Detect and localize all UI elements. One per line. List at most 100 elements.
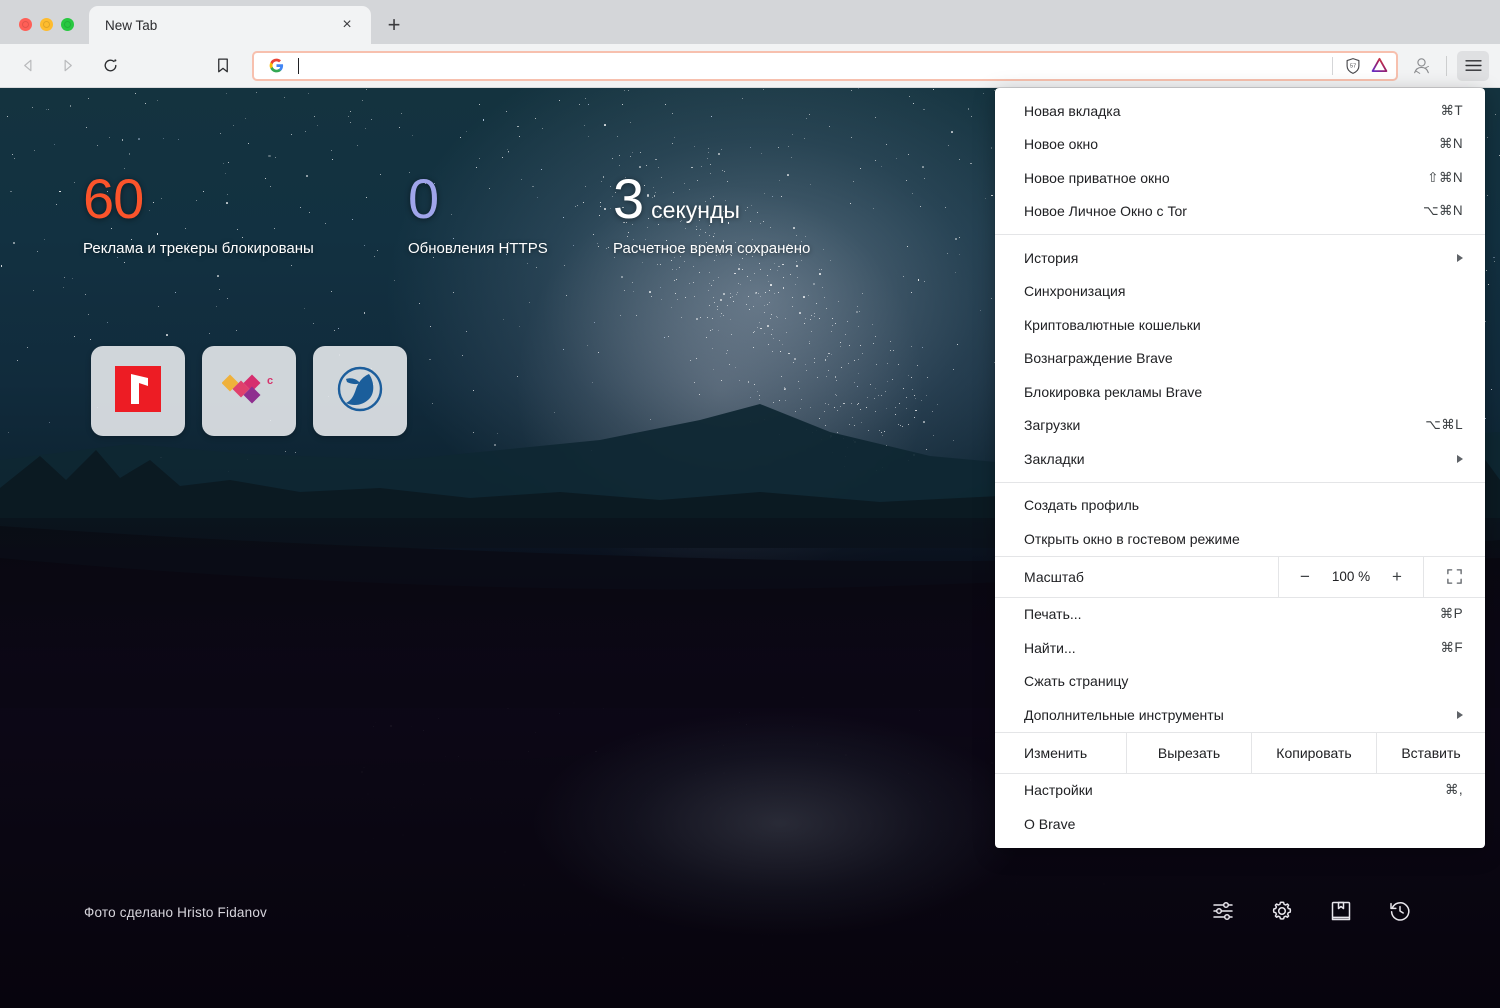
menu-edit-row: Изменить Вырезать Копировать Вставить xyxy=(995,732,1485,774)
chevron-right-icon xyxy=(1457,254,1463,262)
stat-ads-label: Реклама и трекеры блокированы xyxy=(83,240,408,257)
menu-item-brave-rewards[interactable]: Вознаграждение Brave xyxy=(995,342,1485,376)
menu-item-label: Криптовалютные кошельки xyxy=(1024,317,1463,333)
menu-item-accelerator: ⌘T xyxy=(1440,103,1463,119)
stat-ads-blocked: 60 Реклама и трекеры блокированы xyxy=(83,171,408,257)
maximize-window-button[interactable] xyxy=(61,18,74,31)
red-square-logo-icon xyxy=(115,366,161,417)
menu-item-label: О Brave xyxy=(1024,816,1463,832)
menu-item-label: Закладки xyxy=(1024,451,1457,467)
stat-https-upgrades: 0 Обновления HTTPS xyxy=(408,171,613,257)
menu-item-settings[interactable]: Настройки ⌘, xyxy=(995,774,1485,808)
brave-rewards-icon[interactable] xyxy=(1366,53,1392,79)
menu-item-print[interactable]: Печать... ⌘P xyxy=(995,598,1485,632)
shortcut-tile-1[interactable] xyxy=(91,346,185,436)
toolbar-right-group xyxy=(1406,51,1489,81)
menu-item-find[interactable]: Найти... ⌘F xyxy=(995,631,1485,665)
menu-item-label: Новое приватное окно xyxy=(1024,170,1427,186)
stat-https-label: Обновления HTTPS xyxy=(408,240,613,257)
menu-item-speedreader[interactable]: Сжать страницу xyxy=(995,665,1485,699)
browser-tab[interactable]: New Tab × xyxy=(89,6,371,44)
toolbar-divider xyxy=(1446,56,1447,76)
brave-shields-icon[interactable]: 57 xyxy=(1340,53,1366,79)
zoom-in-button[interactable]: + xyxy=(1388,568,1406,585)
menu-separator xyxy=(995,482,1485,483)
shortcut-tile-3[interactable] xyxy=(313,346,407,436)
address-bar[interactable]: 57 xyxy=(252,51,1398,81)
bookmark-icon[interactable] xyxy=(208,51,238,81)
svg-text:57: 57 xyxy=(1350,63,1356,69)
menu-item-label: Печать... xyxy=(1024,606,1440,622)
stat-https-number: 0 xyxy=(408,171,438,227)
close-window-button[interactable] xyxy=(19,18,32,31)
ntp-settings-sliders-icon[interactable] xyxy=(1210,898,1236,924)
copy-button[interactable]: Копировать xyxy=(1251,733,1376,773)
history-clock-icon[interactable] xyxy=(1387,898,1413,924)
menu-item-new-window[interactable]: Новое окно ⌘N xyxy=(995,128,1485,162)
menu-item-new-tab[interactable]: Новая вкладка ⌘T xyxy=(995,94,1485,128)
gear-icon[interactable] xyxy=(1269,898,1295,924)
menu-item-history[interactable]: История xyxy=(995,241,1485,275)
shortcut-tile-2[interactable]: c xyxy=(202,346,296,436)
menu-item-open-guest-window[interactable]: Открыть окно в гостевом режиме xyxy=(995,522,1485,556)
stat-time-label: Расчетное время сохранено xyxy=(613,240,873,257)
new-tab-tools xyxy=(1210,898,1413,924)
menu-item-label: Новая вкладка xyxy=(1024,103,1440,119)
fullscreen-button[interactable] xyxy=(1423,557,1485,597)
top-sites-tiles: c xyxy=(91,346,407,436)
menu-item-accelerator: ⌥⌘N xyxy=(1423,203,1463,219)
menu-item-accelerator: ⌘P xyxy=(1440,606,1463,622)
chevron-right-icon xyxy=(1457,711,1463,719)
menu-item-bookmarks[interactable]: Закладки xyxy=(995,442,1485,476)
bookmarks-book-icon[interactable] xyxy=(1328,898,1354,924)
browser-window: New Tab × + xyxy=(0,0,1500,1008)
menu-item-label: Вознаграждение Brave xyxy=(1024,350,1463,366)
chevron-right-icon xyxy=(1457,455,1463,463)
menu-item-accelerator: ⌘F xyxy=(1440,640,1463,656)
svg-text:c: c xyxy=(267,375,273,387)
stat-ads-number: 60 xyxy=(83,171,143,227)
menu-zoom-row: Масштаб − 100 % + xyxy=(995,556,1485,598)
menu-item-label: Блокировка рекламы Brave xyxy=(1024,384,1463,400)
menu-item-label: Новое Личное Окно с Tor xyxy=(1024,203,1423,219)
menu-item-accelerator: ⌥⌘L xyxy=(1425,417,1463,433)
menu-item-label: Загрузки xyxy=(1024,417,1425,433)
blue-circle-logo-icon xyxy=(336,365,384,418)
omnibox-divider xyxy=(1332,57,1333,75)
zoom-label: Масштаб xyxy=(995,557,1278,597)
menu-item-label: Открыть окно в гостевом режиме xyxy=(1024,531,1463,547)
minimize-window-button[interactable] xyxy=(40,18,53,31)
tab-strip: New Tab × + xyxy=(0,0,1500,44)
menu-item-more-tools[interactable]: Дополнительные инструменты xyxy=(995,698,1485,732)
hamburger-menu-icon[interactable] xyxy=(1457,51,1489,81)
paste-button[interactable]: Вставить xyxy=(1376,733,1485,773)
cut-button[interactable]: Вырезать xyxy=(1126,733,1251,773)
menu-item-about-brave[interactable]: О Brave xyxy=(995,807,1485,841)
stat-time-number: 3 xyxy=(613,171,643,227)
forward-arrow-icon[interactable] xyxy=(52,51,82,81)
close-icon[interactable]: × xyxy=(337,15,357,35)
menu-item-label: Дополнительные инструменты xyxy=(1024,707,1457,723)
menu-item-new-private-window[interactable]: Новое приватное окно ⇧⌘N xyxy=(995,161,1485,195)
profile-avatar-icon[interactable] xyxy=(1406,51,1436,81)
reload-icon[interactable] xyxy=(95,51,125,81)
back-arrow-icon[interactable] xyxy=(13,51,43,81)
address-bar-input[interactable] xyxy=(289,53,1325,79)
menu-item-new-tor-window[interactable]: Новое Личное Окно с Tor ⌥⌘N xyxy=(995,195,1485,229)
zoom-out-button[interactable]: − xyxy=(1296,568,1314,585)
menu-item-create-profile[interactable]: Создать профиль xyxy=(995,489,1485,523)
zoom-value: 100 % xyxy=(1332,569,1370,584)
menu-item-label: Найти... xyxy=(1024,640,1440,656)
edit-label: Изменить xyxy=(995,733,1126,773)
menu-item-brave-adblock[interactable]: Блокировка рекламы Brave xyxy=(995,375,1485,409)
photo-credit: Фото сделано Hristo Fidanov xyxy=(84,905,267,920)
menu-item-crypto-wallets[interactable]: Криптовалютные кошельки xyxy=(995,308,1485,342)
new-tab-button[interactable]: + xyxy=(377,8,411,42)
text-caret xyxy=(298,58,299,74)
menu-item-label: Сжать страницу xyxy=(1024,673,1463,689)
stat-time-saved: 3 секунды Расчетное время сохранено xyxy=(613,171,873,257)
menu-item-label: Новое окно xyxy=(1024,136,1439,152)
menu-item-sync[interactable]: Синхронизация xyxy=(995,275,1485,309)
menu-item-downloads[interactable]: Загрузки ⌥⌘L xyxy=(995,409,1485,443)
zoom-controls: − 100 % + xyxy=(1278,557,1423,597)
